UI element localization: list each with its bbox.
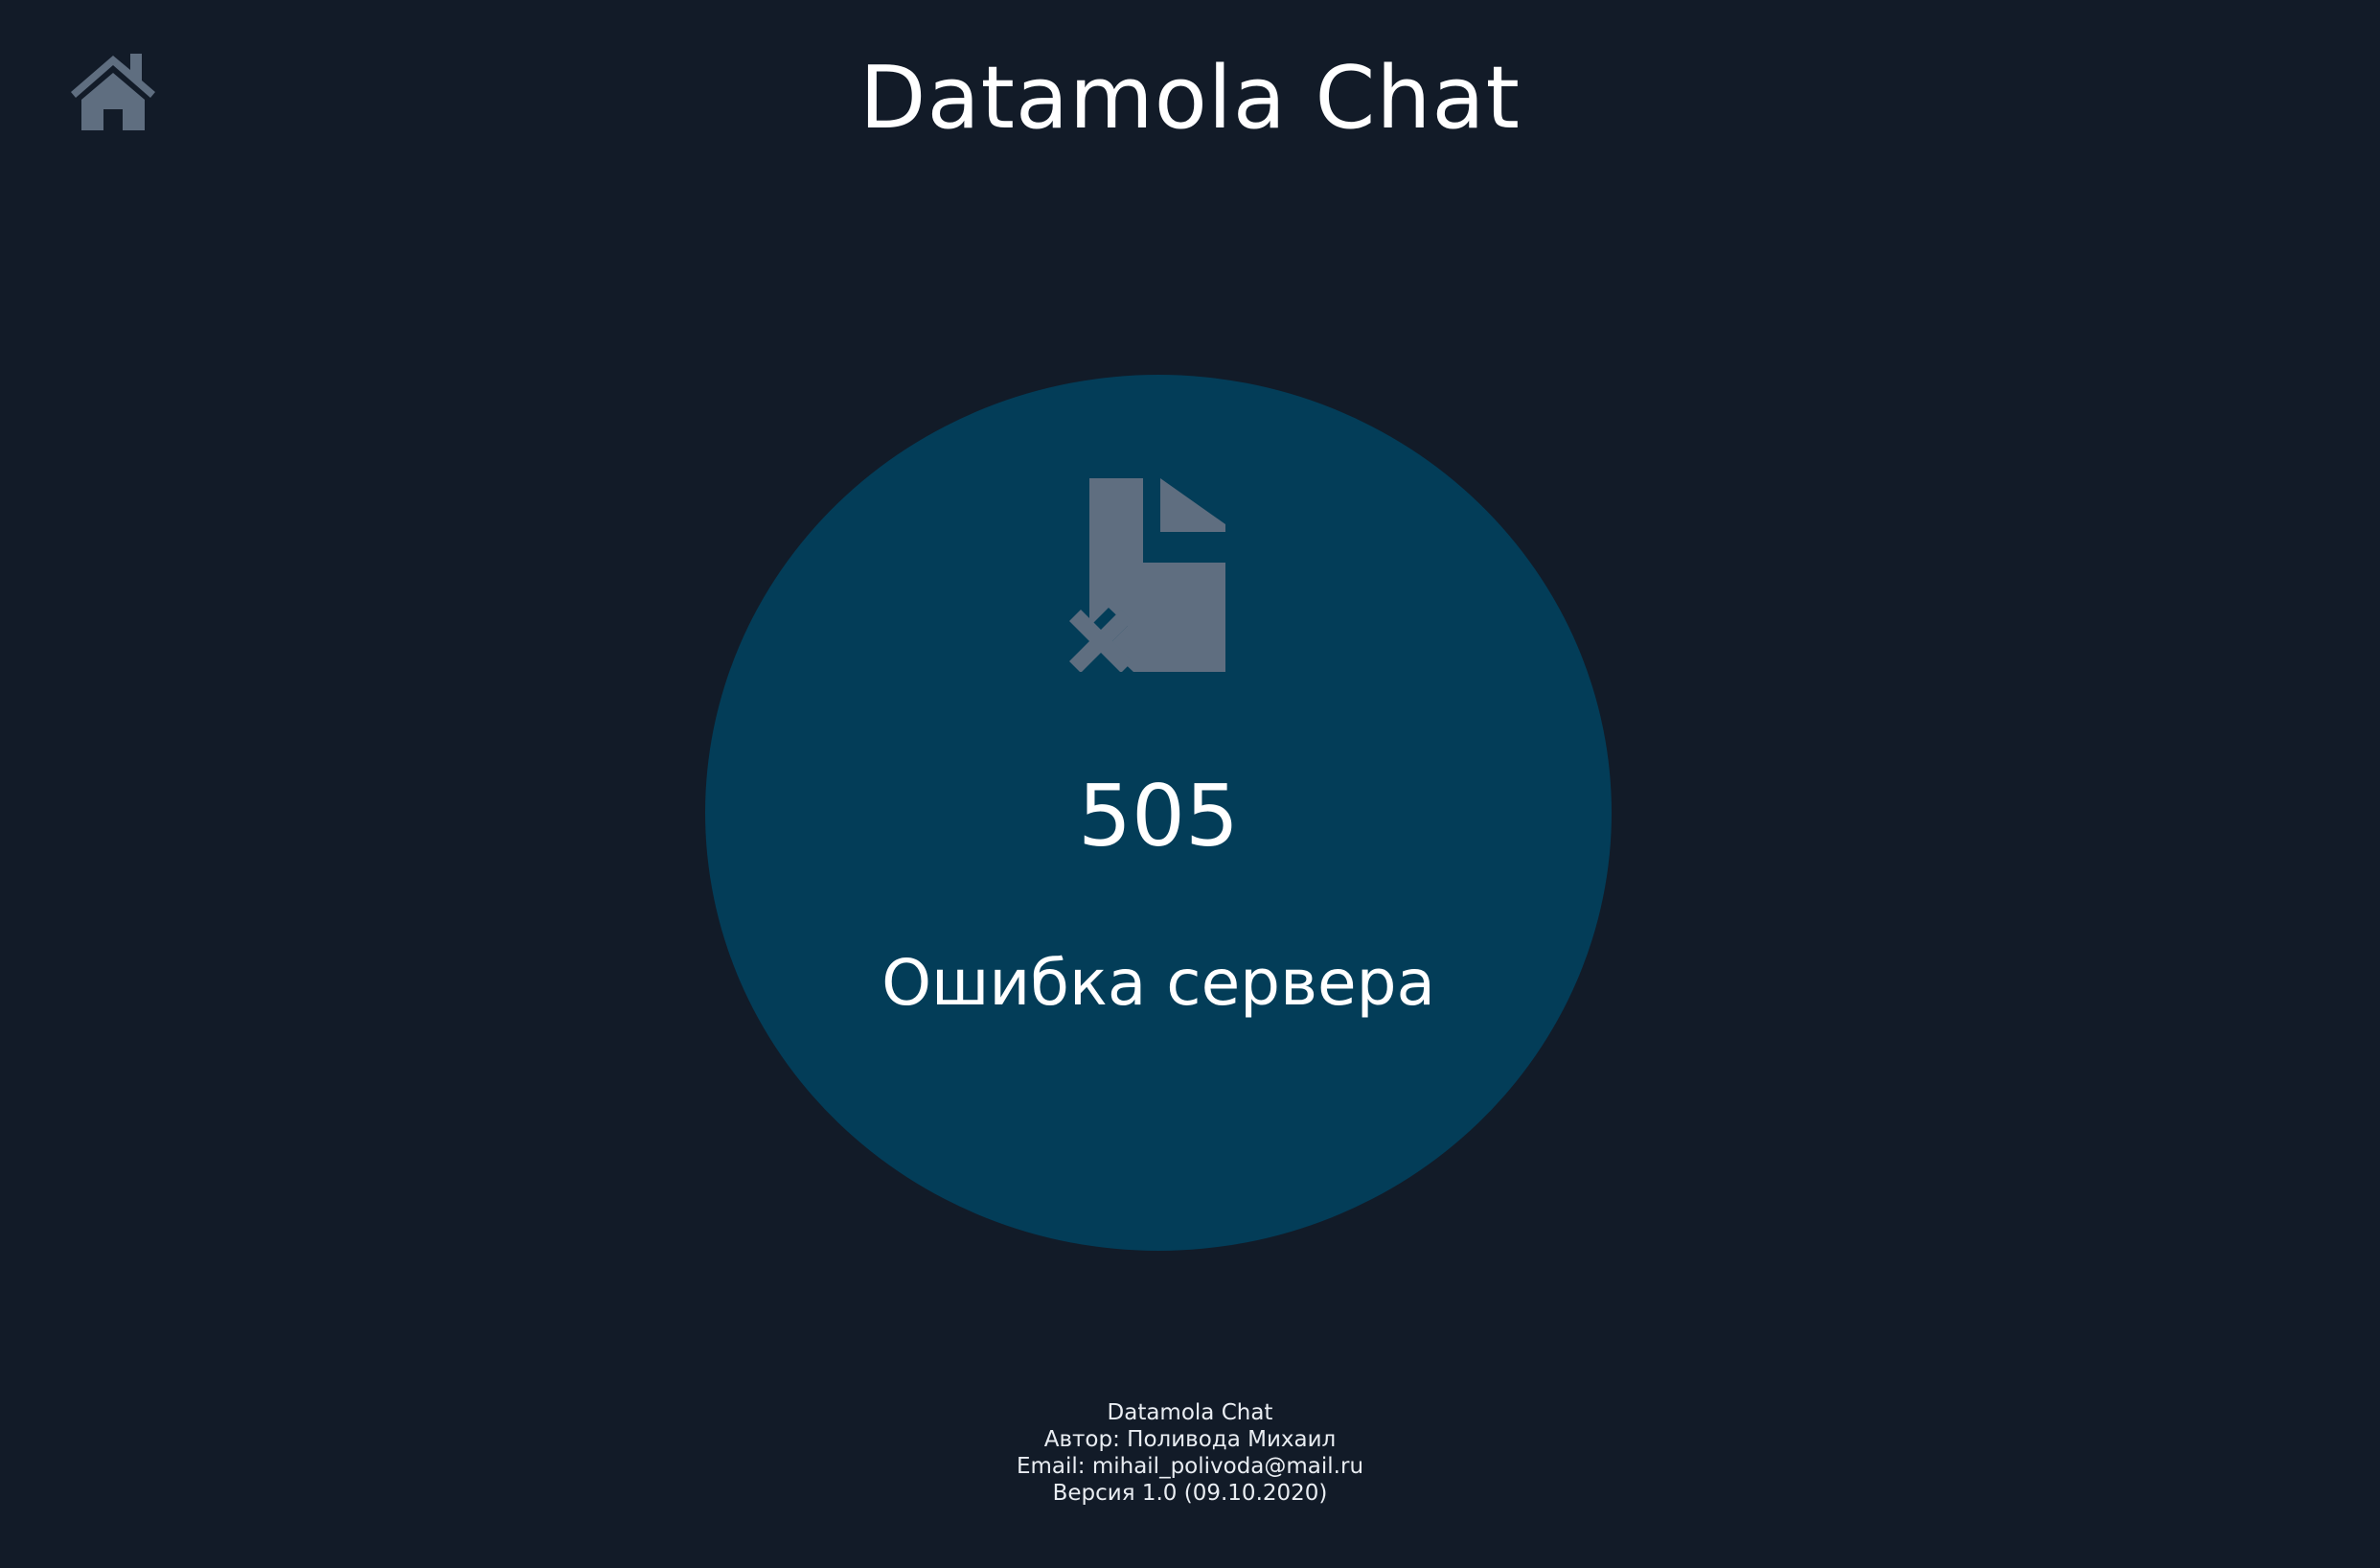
footer-author: Автор: Поливода Михаил <box>1043 1427 1337 1452</box>
file-error-icon <box>1061 478 1256 672</box>
footer-app-name: Datamola Chat <box>1107 1400 1273 1425</box>
error-code: 505 <box>1078 767 1239 865</box>
footer-email: Email: mihail_polivoda@mail.ru <box>1016 1454 1364 1479</box>
error-message: Ошибка сервера <box>881 946 1435 1020</box>
footer-version: Версия 1.0 (09.10.2020) <box>1052 1481 1328 1506</box>
footer: Datamola Chat Автор: Поливода Михаил Ema… <box>0 1399 2380 1507</box>
page-title: Datamola Chat <box>859 48 1521 149</box>
